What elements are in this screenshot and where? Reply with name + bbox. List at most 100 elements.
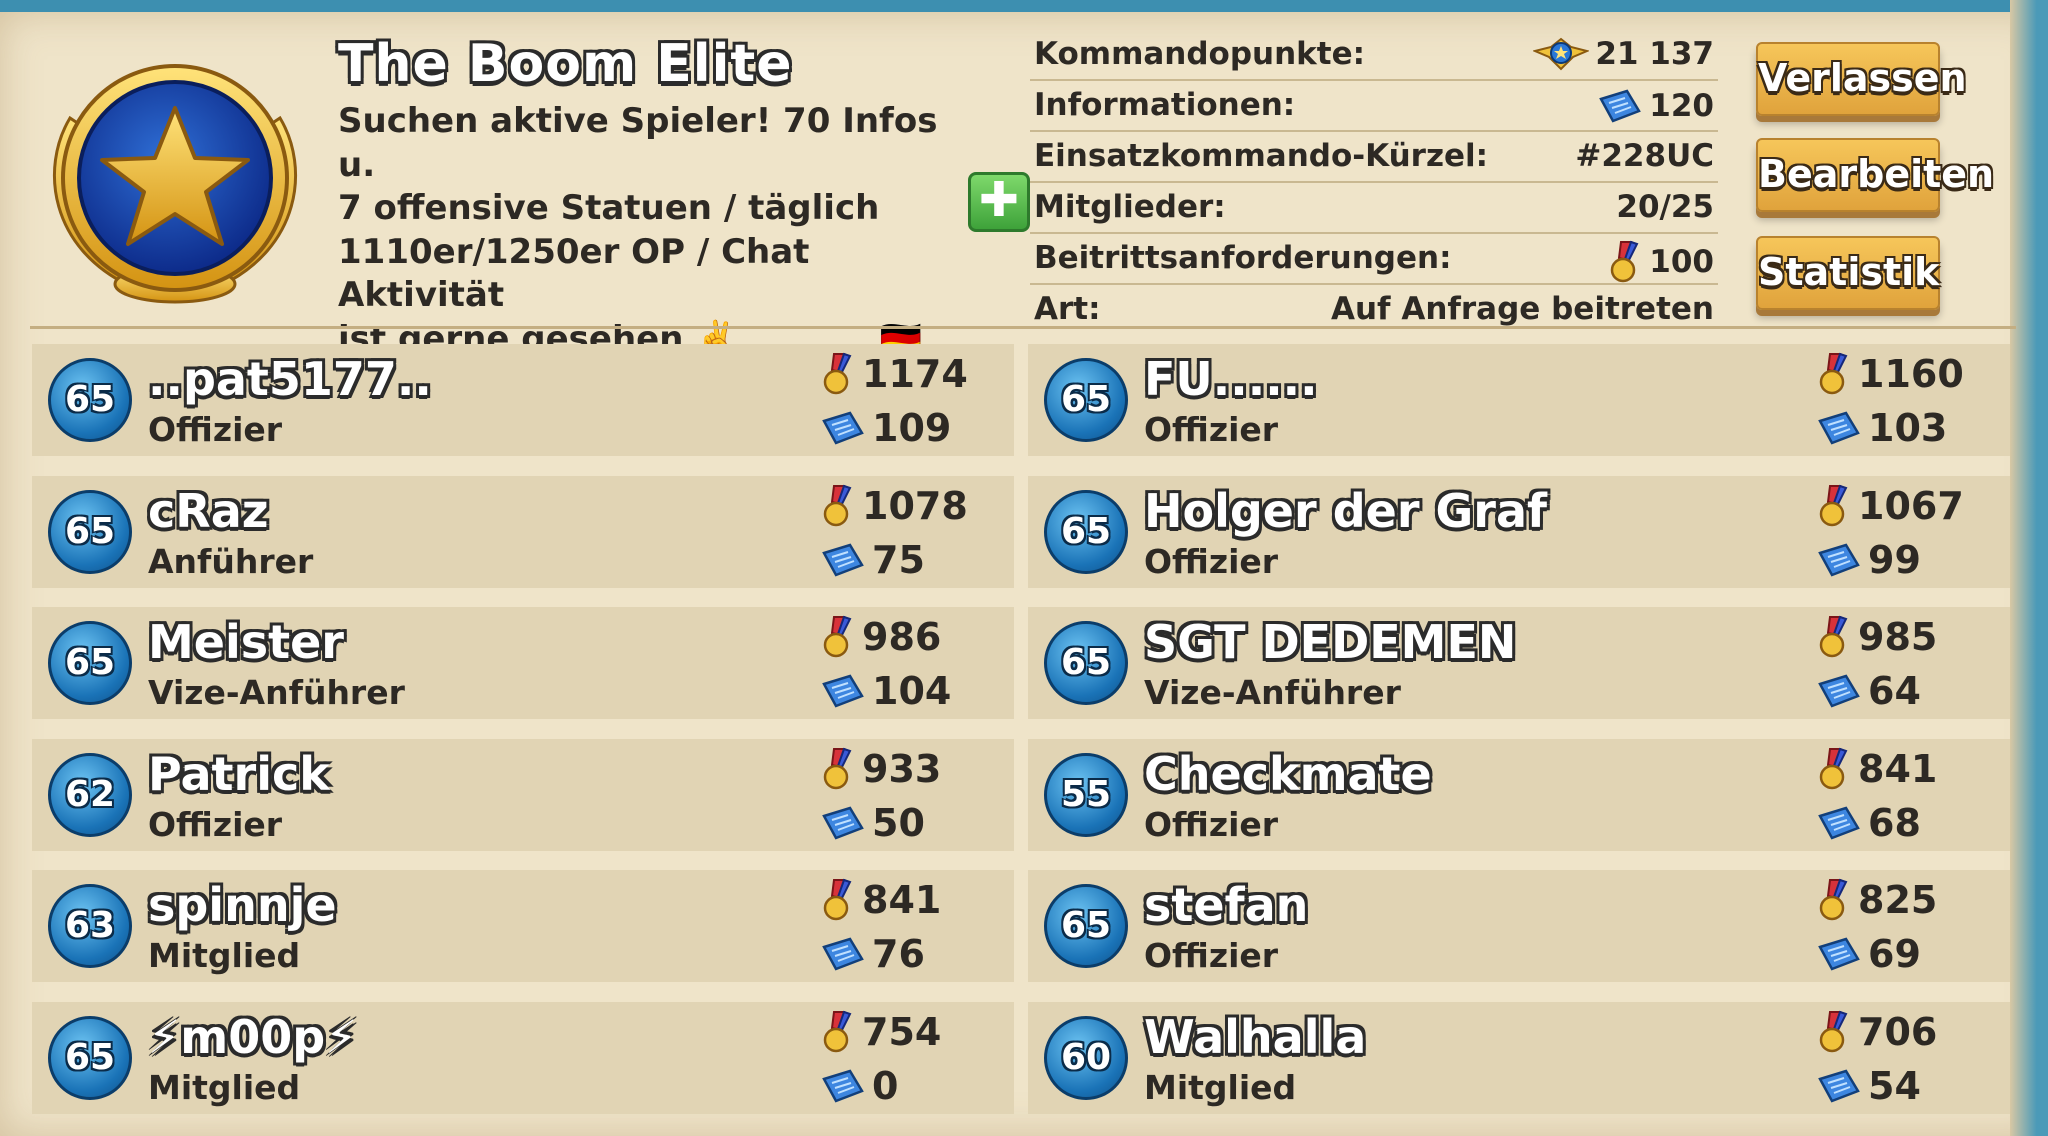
intel-icon bbox=[822, 1069, 864, 1103]
member-role: Vize-Anführer bbox=[1144, 673, 1401, 712]
command-points-icon bbox=[1533, 37, 1590, 71]
medal-icon bbox=[823, 352, 852, 395]
member-row[interactable]: 65 ..pat5177.. Offizier 1174 109 bbox=[32, 344, 1014, 456]
member-medals: 706 bbox=[1858, 1009, 1938, 1054]
member-intel: 54 bbox=[1868, 1063, 1921, 1108]
edit-button[interactable]: Bearbeiten bbox=[1756, 138, 1994, 212]
member-intel: 69 bbox=[1868, 932, 1921, 976]
member-medals: 841 bbox=[1858, 746, 1938, 791]
medal-icon bbox=[823, 878, 852, 921]
member-role: Offizier bbox=[148, 804, 283, 844]
member-name: SGT DEDEMEN bbox=[1144, 615, 1517, 669]
member-intel: 109 bbox=[872, 406, 952, 450]
medal-icon bbox=[823, 1010, 852, 1052]
level-badge: 65 bbox=[48, 489, 132, 574]
info-row-members: Mitglieder: 20/25 bbox=[1030, 183, 1718, 234]
member-role: Anführer bbox=[148, 541, 314, 581]
intel-icon bbox=[1599, 89, 1642, 123]
level-badge: 60 bbox=[1044, 1015, 1128, 1100]
member-medals: 1174 bbox=[862, 352, 968, 396]
header-divider bbox=[30, 326, 2016, 329]
level-badge: 65 bbox=[48, 358, 132, 442]
clan-info-table: Kommandopunkte: 21 137 Informationen: 12… bbox=[1030, 30, 1718, 334]
member-role: Vize-Anführer bbox=[148, 673, 405, 712]
intel-icon bbox=[1818, 1069, 1860, 1103]
member-medals: 986 bbox=[862, 615, 942, 659]
level-badge: 55 bbox=[1044, 752, 1128, 837]
level-badge: 65 bbox=[1044, 621, 1128, 705]
leave-button[interactable]: Verlassen bbox=[1756, 42, 1967, 116]
level-badge: 65 bbox=[48, 1015, 132, 1100]
info-label: Beitrittsanforderungen: bbox=[1034, 240, 1452, 276]
medal-icon bbox=[1819, 352, 1848, 395]
level-badge: 63 bbox=[48, 884, 132, 968]
member-name: Patrick bbox=[148, 746, 330, 801]
member-medals: 1078 bbox=[862, 483, 968, 528]
member-intel: 104 bbox=[872, 669, 952, 713]
member-row[interactable]: 65 stefan Offizier 825 69 bbox=[1028, 870, 2010, 982]
statistics-button[interactable]: Statistik bbox=[1756, 236, 1940, 310]
info-label: Informationen: bbox=[1034, 87, 1296, 123]
member-intel: 75 bbox=[872, 537, 925, 582]
intel-icon bbox=[1818, 543, 1860, 577]
member-row[interactable]: 63 spinnje Mitglied 841 76 bbox=[32, 870, 1014, 982]
member-role: Offizier bbox=[1144, 804, 1279, 844]
member-medals: 841 bbox=[862, 878, 942, 922]
intel-icon bbox=[1818, 806, 1860, 840]
level-badge: 62 bbox=[48, 752, 132, 837]
member-name: Walhalla bbox=[1144, 1009, 1367, 1064]
member-row[interactable]: 65 ⚡m00p⚡ Mitglied 754 0 bbox=[32, 1001, 1014, 1114]
member-name: ..pat5177.. bbox=[148, 352, 432, 406]
member-intel: 64 bbox=[1868, 669, 1921, 713]
member-intel: 99 bbox=[1868, 537, 1921, 582]
member-role: Mitglied bbox=[148, 1067, 301, 1107]
level-badge: 65 bbox=[1044, 358, 1128, 442]
member-role: Mitglied bbox=[148, 936, 301, 975]
intel-icon bbox=[822, 806, 864, 840]
member-intel: 68 bbox=[1868, 800, 1921, 845]
member-medals: 985 bbox=[1858, 615, 1938, 659]
member-row[interactable]: 65 cRaz Anführer 1078 75 bbox=[32, 475, 1014, 588]
intel-icon bbox=[822, 937, 864, 971]
intel-value: 120 bbox=[1649, 88, 1714, 124]
member-row[interactable]: 62 Patrick Offizier 933 50 bbox=[32, 738, 1014, 851]
intel-icon bbox=[1818, 411, 1860, 445]
info-row-command-points: Kommandopunkte: 21 137 bbox=[1030, 30, 1718, 81]
member-row[interactable]: 65 FU...... Offizier 1160 103 bbox=[1028, 344, 2010, 456]
medal-icon bbox=[1819, 747, 1848, 789]
member-intel: 103 bbox=[1868, 406, 1948, 450]
level-badge: 65 bbox=[48, 621, 132, 705]
member-name: spinnje bbox=[148, 878, 337, 932]
info-label: Art: bbox=[1034, 291, 1101, 327]
add-member-button[interactable]: ✚ bbox=[968, 172, 1030, 232]
requirement-value: 100 bbox=[1649, 244, 1714, 280]
member-row[interactable]: 55 Checkmate Offizier 841 68 bbox=[1028, 738, 2010, 851]
member-medals: 825 bbox=[1858, 878, 1938, 922]
member-row[interactable]: 65 Meister Vize-Anführer 986 104 bbox=[32, 607, 1014, 719]
member-row[interactable]: 65 SGT DEDEMEN Vize-Anführer 985 64 bbox=[1028, 607, 2010, 719]
info-row-tag: Einsatzkommando-Kürzel: #228UC bbox=[1030, 132, 1718, 183]
level-badge: 65 bbox=[1044, 884, 1128, 968]
info-label: Einsatzkommando-Kürzel: bbox=[1034, 138, 1489, 174]
member-intel: 0 bbox=[872, 1063, 899, 1108]
member-intel: 50 bbox=[872, 800, 925, 845]
intel-icon bbox=[822, 674, 864, 708]
clan-description: Suchen aktive Spieler! 70 Infos u. 7 off… bbox=[338, 101, 938, 359]
member-medals: 1160 bbox=[1858, 352, 1964, 396]
member-name: FU...... bbox=[1144, 352, 1318, 406]
clan-emblem-icon bbox=[53, 64, 297, 304]
member-row[interactable]: 60 Walhalla Mitglied 706 54 bbox=[1028, 1001, 2010, 1114]
intel-icon bbox=[822, 411, 864, 445]
intel-icon bbox=[1818, 937, 1860, 971]
member-count: 20/25 bbox=[1616, 189, 1714, 225]
medal-icon bbox=[823, 615, 852, 658]
member-row[interactable]: 65 Holger der Graf Offizier 1067 99 bbox=[1028, 475, 2010, 588]
medal-icon bbox=[1819, 615, 1848, 658]
member-role: Offizier bbox=[1144, 541, 1279, 581]
member-intel: 76 bbox=[872, 932, 925, 976]
member-role: Offizier bbox=[1144, 410, 1279, 449]
clan-tag: #228UC bbox=[1575, 138, 1714, 174]
medal-icon bbox=[1819, 484, 1848, 526]
info-row-intel: Informationen: 120 bbox=[1030, 81, 1718, 132]
member-role: Offizier bbox=[148, 410, 283, 449]
